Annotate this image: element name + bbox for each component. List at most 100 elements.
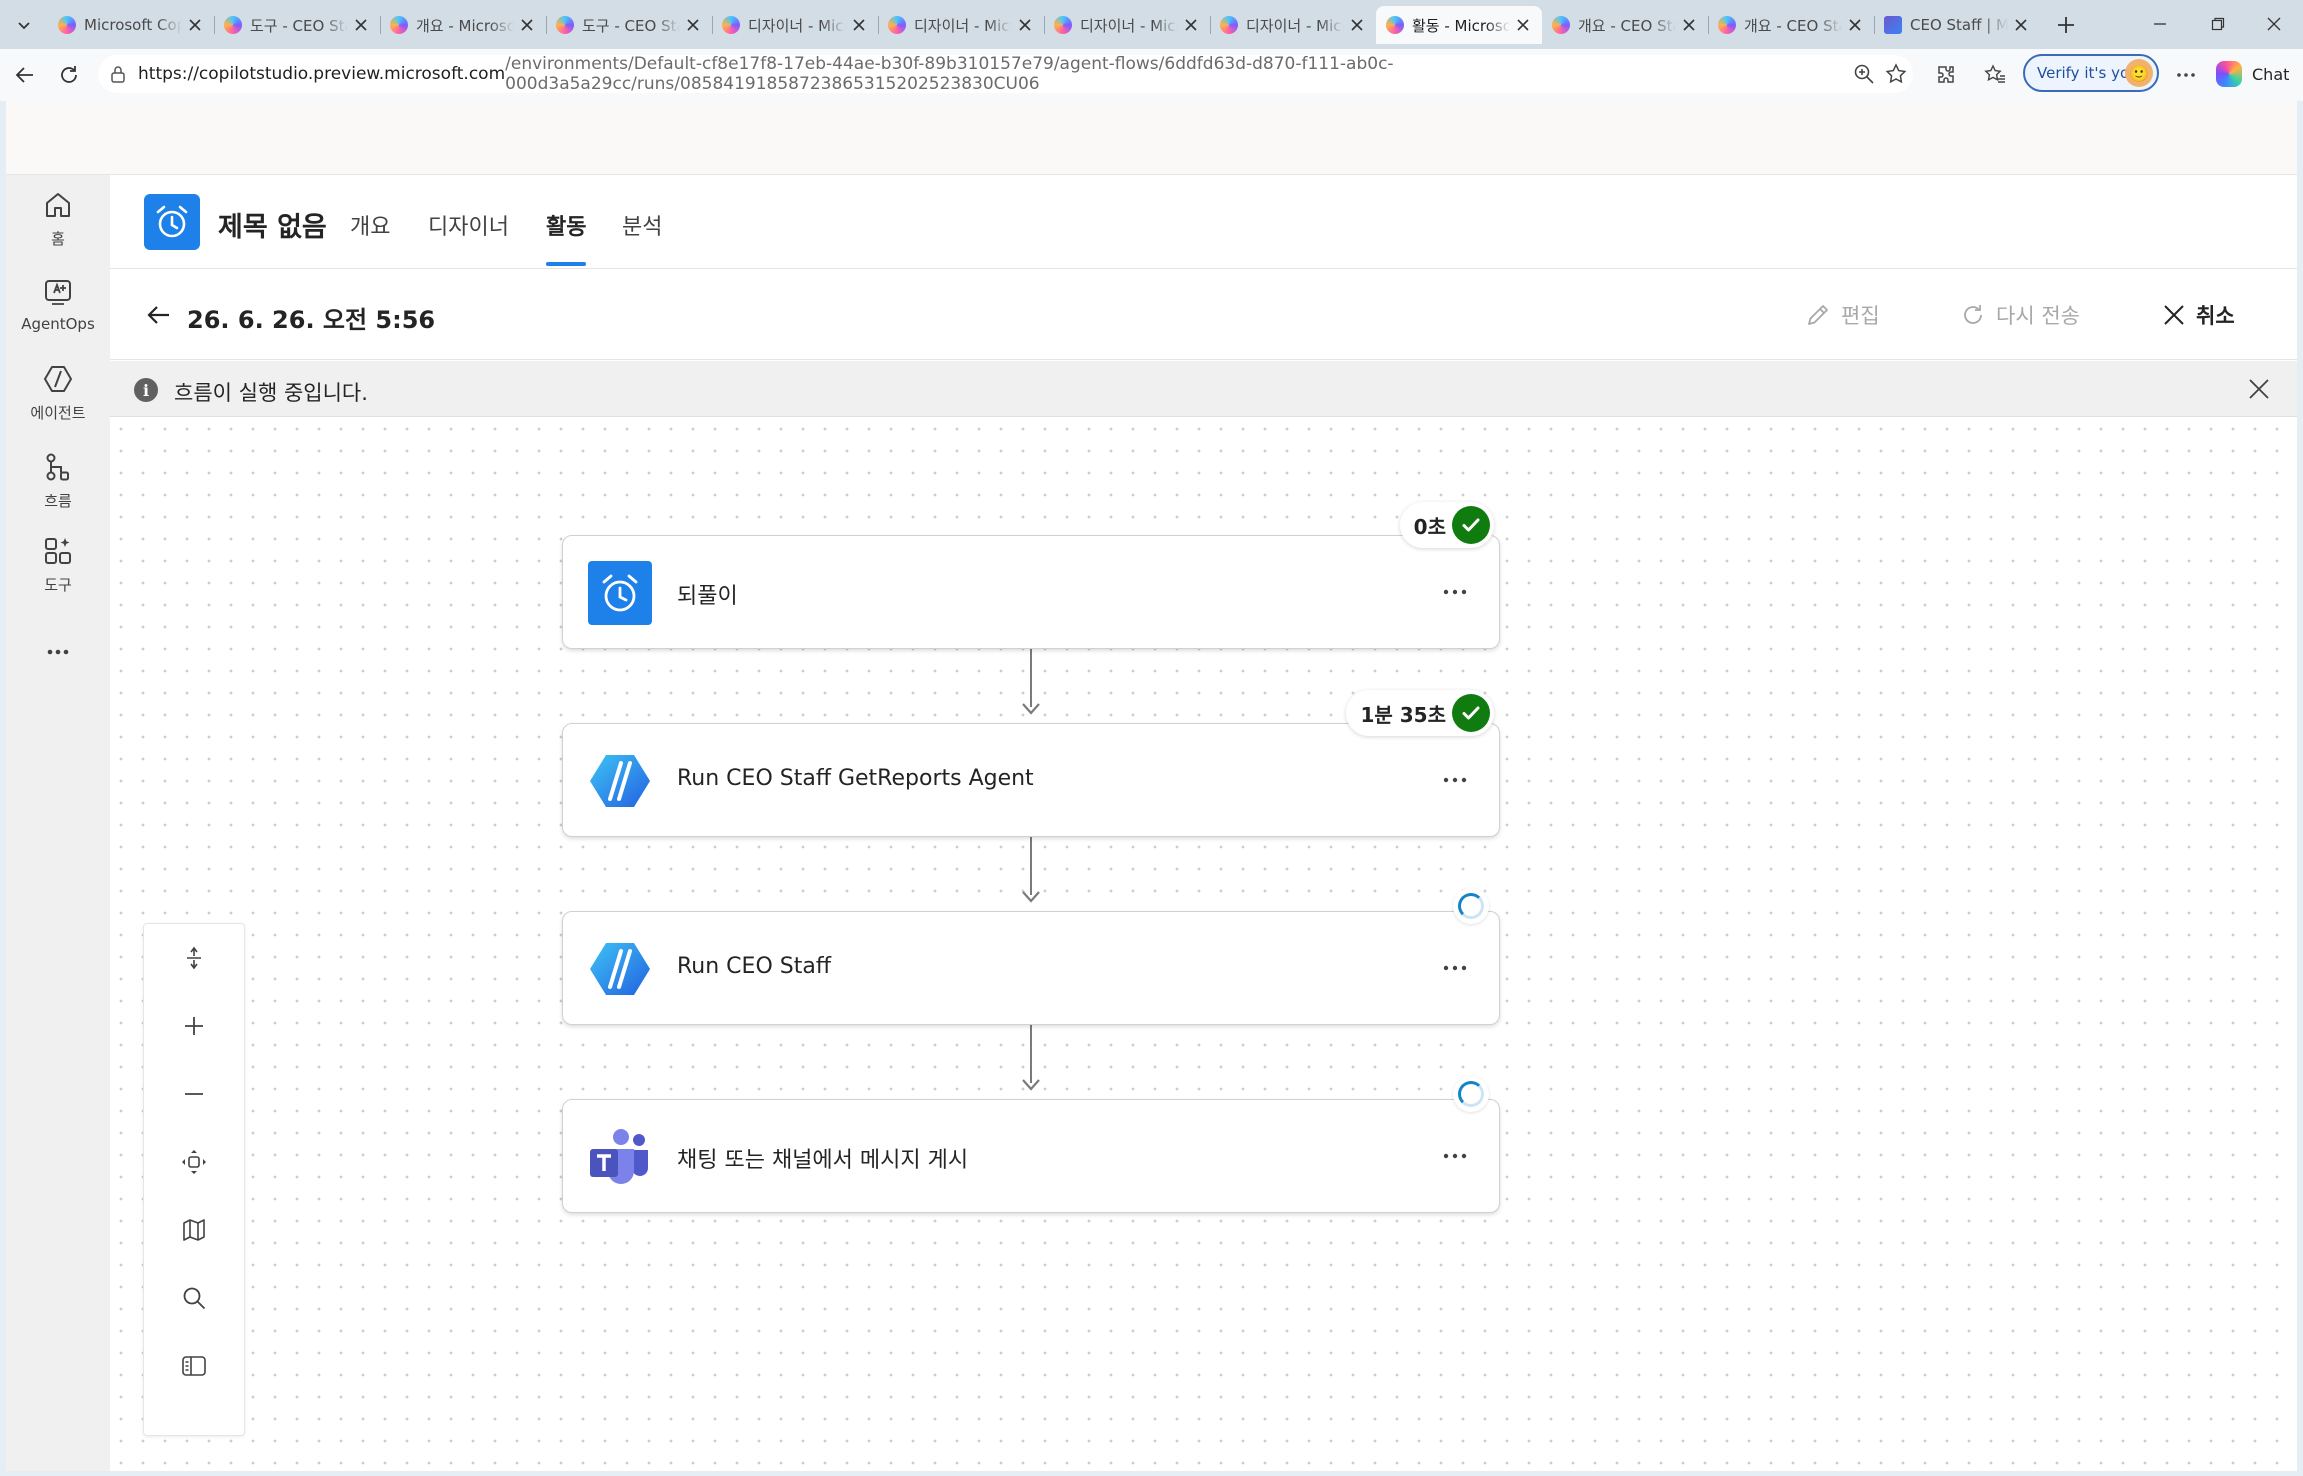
agentops-icon [41,275,75,309]
tab-close-button[interactable] [352,16,370,34]
flow-canvas[interactable]: 되풀이 0초 Run CEO Staff GetReports Agent 1분… [110,418,2297,1471]
rail-item-home[interactable]: 홈 [6,188,110,268]
more-horizontal-icon [41,635,75,669]
tab-close-button[interactable] [684,16,702,34]
back-button[interactable] [144,300,174,330]
tab-close-button[interactable] [1846,16,1864,34]
tab-close-button[interactable] [1016,16,1034,34]
new-tab-button[interactable] [2048,8,2084,42]
resubmit-button[interactable]: 다시 전송 [1960,298,2080,332]
flow-step-run-ceo-staff[interactable]: Run CEO Staff [562,888,1500,1025]
tab-activity[interactable]: 활동 [546,209,586,241]
restore-icon [2211,17,2225,31]
restore-window-button[interactable] [2190,6,2246,42]
browser-tab[interactable]: 개요 - CEO Staff [1708,6,1874,44]
tab-close-button[interactable] [518,16,536,34]
browser-tab[interactable]: 디자이너 - Microsoft [1044,6,1210,44]
cancel-run-button[interactable]: 취소 [2162,298,2235,332]
tab-title: 개요 - Microsoft [416,16,514,35]
copilot-studio-icon [1386,16,1404,34]
tab-actions-menu-button[interactable] [6,8,42,42]
dismiss-banner-button[interactable] [2245,375,2273,403]
extensions-button[interactable] [1928,57,1964,93]
rail-item-tools[interactable]: 도구 [6,534,110,614]
edit-button[interactable]: 편집 [1805,298,1880,332]
rail-item-agentops[interactable]: AgentOps [6,275,110,355]
verify-identity-button[interactable]: Verify it's you 🙂 [2023,54,2159,92]
step-label: 되풀이 [677,584,738,609]
copilot-studio-icon [1718,16,1736,34]
tab-close-button[interactable] [1348,16,1366,34]
copilot-studio-icon [1054,16,1072,34]
browser-tab[interactable]: 디자이너 - Microsoft [1210,6,1376,44]
close-window-button[interactable] [2246,6,2302,42]
address-bar[interactable]: https://copilotstudio.preview.microsoft.… [98,54,1913,94]
browser-menu-button[interactable] [2168,57,2204,93]
copilot-studio-icon [58,16,76,34]
favorites-button[interactable] [1977,57,2013,93]
toggle-panel-button[interactable] [144,1332,244,1400]
tab-overview[interactable]: 개요 [350,209,390,241]
tab-title: 개요 - CEO Staff [1744,16,1842,35]
browser-tab[interactable]: 개요 - Microsoft [380,6,546,44]
tab-close-button[interactable] [186,16,204,34]
recurrence-alarm-icon [588,561,652,625]
close-icon [687,19,699,31]
tab-close-button[interactable] [850,16,868,34]
plus-icon [2058,17,2074,33]
rail-item-agents[interactable]: 에이전트 [6,362,110,442]
browser-tab[interactable]: CEO Staff | Microsoft [1874,6,2040,44]
tab-close-button[interactable] [1514,16,1532,34]
tools-icon [41,534,75,568]
zoom-icon[interactable] [1853,63,1875,85]
zoom-in-button[interactable] [144,992,244,1060]
close-icon [2267,17,2281,31]
favorite-star-icon[interactable] [1885,63,1907,85]
url-path: /environments/Default-cf8e17f8-17eb-44ae… [505,54,1394,94]
browser-tab[interactable]: 디자이너 - Microsoft [712,6,878,44]
fit-vertical-button[interactable] [144,924,244,992]
tab-analytics[interactable]: 분석 [622,209,662,241]
zoom-out-button[interactable] [144,1060,244,1128]
tab-title: 활동 - Microsoft [1412,16,1510,35]
flow-step-recurrence[interactable]: 되풀이 0초 [562,502,1500,649]
browser-tab[interactable]: 도구 - CEO Staff [214,6,380,44]
back-nav-button[interactable] [7,57,43,93]
refresh-icon [61,66,77,83]
browser-tab[interactable]: 활동 - Microsoft [1376,6,1542,44]
run-timestamp: 26. 6. 26. 오전 5:56 [187,306,436,334]
staff-app-icon [1884,16,1902,34]
fit-to-screen-button[interactable] [144,1128,244,1196]
tab-close-button[interactable] [1680,16,1698,34]
browser-tab[interactable]: 디자이너 - Microsoft [878,6,1044,44]
tab-close-button[interactable] [2012,16,2030,34]
site-info-icon[interactable] [108,64,128,84]
copilot-studio-icon [224,16,242,34]
favorites-list-icon [1984,64,2005,83]
connector-arrow-icon [1022,891,1040,903]
browser-tab[interactable]: Microsoft Copilot Studio [48,6,214,44]
rail-item-label: 에이전트 [30,404,86,422]
browser-tab[interactable]: 개요 - CEO Staff [1542,6,1708,44]
step-more-button[interactable] [1437,764,1473,796]
rail-item-flows[interactable]: 흐름 [6,450,110,530]
minimap-button[interactable] [144,1196,244,1264]
rail-more-button[interactable] [6,635,110,671]
step-more-button[interactable] [1437,1140,1473,1172]
browser-tab[interactable]: 도구 - CEO Staff [546,6,712,44]
flow-step-post-message-teams[interactable]: 채팅 또는 채널에서 메시지 게시 [562,1076,1500,1213]
tab-designer[interactable]: 디자이너 [428,209,509,241]
expand-vertical-icon [187,946,201,970]
copilot-agent-icon [588,937,652,1001]
refresh-button[interactable] [51,57,87,93]
step-more-button[interactable] [1437,576,1473,608]
copilot-chat-button[interactable]: Chat [2210,55,2298,93]
search-canvas-button[interactable] [144,1264,244,1332]
close-icon [189,19,201,31]
tab-close-button[interactable] [1182,16,1200,34]
close-icon [853,19,865,31]
step-more-button[interactable] [1437,952,1473,984]
minimize-window-button[interactable] [2132,6,2188,42]
flow-step-run-getreports-agent[interactable]: Run CEO Staff GetReports Agent 1분 35초 [562,690,1500,837]
close-icon [2015,19,2027,31]
